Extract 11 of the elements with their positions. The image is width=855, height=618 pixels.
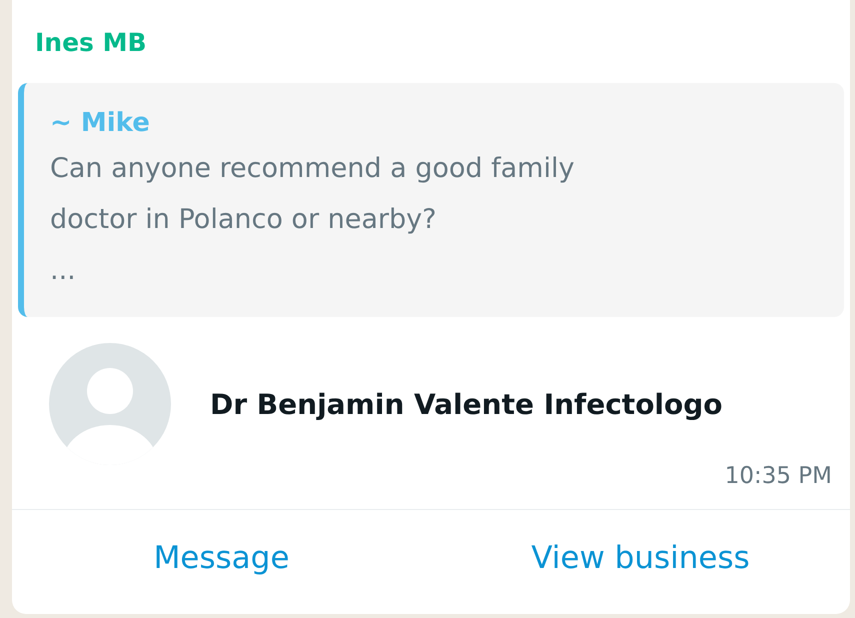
- quoted-message[interactable]: ~ Mike Can anyone recommend a good family doctor in Polanco or nearby? ...: [18, 83, 844, 317]
- quote-author: ~ Mike: [50, 107, 151, 140]
- action-link[interactable]: View business: [431, 510, 850, 614]
- contact-name: Dr Benjamin Valente Infectologo: [210, 388, 723, 420]
- quote-text: Can anyone recommend a good family: [50, 152, 576, 186]
- message-time: 10:35 PM: [724, 463, 832, 489]
- quote-text: doctor in Polanco or nearby?: [50, 203, 438, 237]
- avatar-icon: [49, 343, 171, 465]
- sender-name: Ines MB: [35, 28, 147, 57]
- quote-text: ...: [50, 254, 77, 288]
- action-link[interactable]: Message: [12, 510, 431, 614]
